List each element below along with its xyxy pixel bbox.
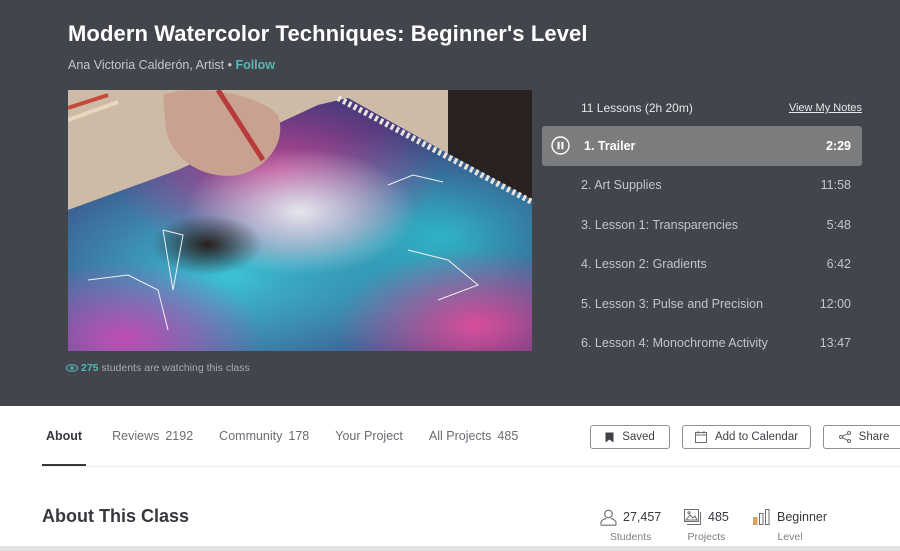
level-label: Level: [777, 531, 803, 543]
class-hero: Modern Watercolor Techniques: Beginner's…: [0, 0, 900, 406]
lesson-list: 1. Trailer 2:29 2. Art Supplies 11:58 3.…: [542, 126, 862, 363]
calendar-label: Add to Calendar: [714, 431, 799, 443]
watching-indicator: 275 students are watching this class: [66, 362, 250, 374]
lesson-item[interactable]: 6. Lesson 4: Monochrome Activity 13:47: [542, 324, 862, 364]
stat-level: Beginner Level: [753, 507, 827, 543]
level-bar-3: [765, 509, 770, 525]
bookmark-icon: [605, 432, 614, 442]
lesson-duration: 6:42: [826, 257, 851, 272]
follow-link[interactable]: Follow: [235, 58, 275, 72]
lesson-duration: 13:47: [819, 336, 851, 351]
video-thumbnail: [68, 90, 532, 351]
class-title: Modern Watercolor Techniques: Beginner's…: [68, 21, 588, 46]
user-icon: [600, 509, 617, 526]
lesson-title: 1. Trailer: [584, 138, 636, 153]
lesson-item[interactable]: 3. Lesson 1: Transparencies 5:48: [542, 205, 862, 245]
teacher-byline: Ana Victoria Calderón, Artist • Follow: [68, 58, 275, 72]
projects-label: Projects: [687, 531, 726, 543]
pause-icon: [551, 136, 570, 155]
lesson-duration: 12:00: [819, 296, 851, 311]
lesson-list-header: 11 Lessons (2h 20m) View My Notes: [581, 100, 862, 116]
level-value: Beginner: [777, 510, 828, 524]
tab-count: 485: [497, 429, 519, 443]
tab-label: Community: [219, 429, 283, 443]
tab-count: 2192: [165, 429, 194, 443]
tab-count: 178: [288, 429, 310, 443]
tab-label: Your Project: [335, 429, 403, 443]
stat-projects: 485 Projects: [684, 507, 729, 543]
lesson-title: 5. Lesson 3: Pulse and Precision: [581, 296, 764, 311]
eye-icon: [66, 364, 78, 372]
section-divider: [0, 546, 900, 551]
tab-your-project[interactable]: Your Project: [335, 422, 403, 467]
level-bars-icon: [753, 509, 770, 525]
teacher-name[interactable]: Ana Victoria Calderón, Artist: [68, 58, 224, 72]
lesson-item[interactable]: 2. Art Supplies 11:58: [542, 166, 862, 206]
lesson-title: 6. Lesson 4: Monochrome Activity: [581, 336, 768, 351]
share-label: Share: [858, 431, 890, 443]
view-notes-link[interactable]: View My Notes: [789, 102, 862, 114]
saved-button[interactable]: Saved: [590, 425, 670, 449]
stat-students: 27,457 Students: [600, 507, 661, 543]
students-count: 27,457: [623, 510, 662, 524]
share-button[interactable]: Share: [823, 425, 900, 449]
tab-label: All Projects: [428, 429, 492, 443]
tab-community[interactable]: Community 178: [219, 422, 309, 467]
watching-text: students are watching this class: [101, 362, 250, 374]
saved-label: Saved: [622, 431, 655, 443]
lesson-duration: 5:48: [826, 217, 851, 232]
tabs-divider: [42, 466, 900, 467]
lesson-title: 3. Lesson 1: Transparencies: [581, 217, 739, 232]
lesson-item[interactable]: 5. Lesson 3: Pulse and Precision 12:00: [542, 284, 862, 324]
video-player[interactable]: [68, 90, 532, 351]
share-icon: [838, 431, 851, 443]
level-bar-1: [753, 517, 758, 525]
tab-all-projects[interactable]: All Projects 485: [429, 422, 518, 467]
lesson-duration: 11:58: [820, 178, 851, 193]
lesson-duration: 2:29: [825, 138, 851, 153]
tab-reviews[interactable]: Reviews 2192: [112, 422, 193, 467]
lesson-title: 2. Art Supplies: [581, 178, 662, 193]
watching-count: 275: [81, 362, 99, 374]
calendar-icon: [694, 431, 707, 443]
projects-count: 485: [708, 510, 729, 524]
class-tabs: About Reviews 2192 Community 178 Your Proj…: [42, 422, 544, 467]
tab-about[interactable]: About: [42, 422, 87, 467]
students-label: Students: [609, 531, 652, 543]
tab-label: Reviews: [112, 429, 160, 443]
level-bar-2: [759, 513, 764, 525]
about-section-title: About This Class: [42, 506, 190, 526]
add-to-calendar-button[interactable]: Add to Calendar: [682, 425, 811, 449]
gallery-icon: [684, 509, 701, 525]
byline-separator: •: [224, 58, 236, 72]
lesson-item[interactable]: 4. Lesson 2: Gradients 6:42: [542, 245, 862, 285]
lesson-summary: 11 Lessons (2h 20m): [581, 101, 693, 115]
lesson-title: 4. Lesson 2: Gradients: [581, 257, 707, 272]
lesson-item[interactable]: 1. Trailer 2:29: [542, 126, 862, 166]
tab-label: About: [46, 429, 83, 443]
